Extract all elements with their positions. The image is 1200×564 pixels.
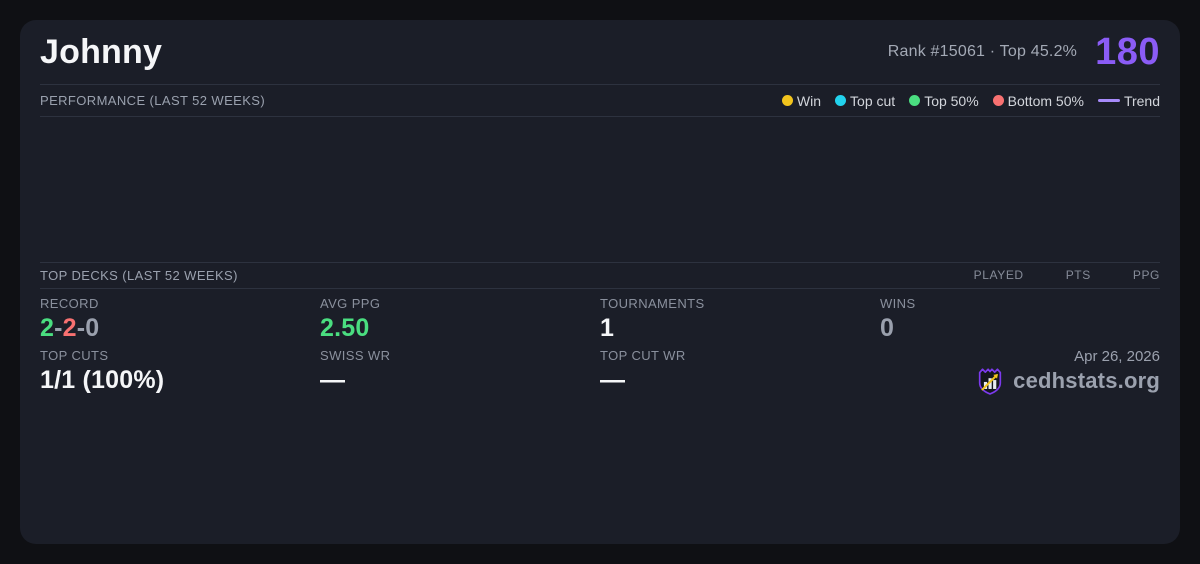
trend-line-icon (1097, 99, 1120, 102)
stat-swiss-wr-value: — (320, 365, 346, 394)
rank-summary: Rank #15061 · Top 45.2% (887, 43, 1078, 60)
legend-item-trend: Trend (1097, 92, 1160, 109)
stat-tournaments: TOURNAMENTS 1 (600, 289, 880, 342)
stats-grid: RECORD 2-2-0 AVG PPG 2.50 TOURNAMENTS 1 … (40, 289, 1160, 545)
legend-item-top-50: Top 50% (909, 92, 979, 109)
chart-legend: Win Top cut Top 50% Bottom 50% Trend (781, 92, 1160, 109)
cedhstats-logo-icon (978, 367, 1002, 395)
site-brand: cedhstats.org (975, 366, 1160, 396)
column-pts: PTS (1065, 268, 1091, 282)
card-header: Johnny Rank #15061 · Top 45.2% 180 (40, 20, 1160, 85)
legend-label: Top cut (850, 92, 896, 109)
stat-record-value: 2-2-0 (40, 314, 320, 343)
stat-avg-ppg-label: AVG PPG (320, 295, 381, 311)
header-right: Rank #15061 · Top 45.2% 180 (888, 31, 1160, 74)
column-ppg: PPG (1132, 268, 1160, 282)
performance-chart-area (40, 117, 1160, 262)
stat-top-cut-wr: TOP CUT WR — (600, 341, 880, 400)
stat-record: RECORD 2-2-0 (40, 289, 320, 343)
player-stats-card: Johnny Rank #15061 · Top 45.2% 180 PERFO… (20, 20, 1180, 544)
stat-avg-ppg-value: 2.50 (320, 313, 370, 342)
player-name: Johnny (40, 32, 163, 71)
legend-item-win: Win (781, 92, 822, 109)
stat-wins: WINS 0 (880, 289, 1160, 342)
card-footer: Apr 26, 2026 cedhstats.org (880, 341, 1160, 400)
stat-wins-label: WINS (880, 295, 916, 311)
top-decks-columns: PLAYED PTS PPG (974, 268, 1160, 282)
stat-top-cut-wr-value: — (600, 365, 626, 394)
record-sep: - (76, 313, 86, 342)
record-sep: - (54, 313, 63, 342)
record-wins: 2 (40, 313, 55, 342)
stat-top-cut-wr-label: TOP CUT WR (600, 347, 686, 363)
record-losses: 2 (62, 313, 77, 342)
stat-top-cuts-label: TOP CUTS (40, 347, 109, 363)
stat-record-label: RECORD (40, 295, 99, 311)
top-decks-header: TOP DECKS (LAST 52 WEEKS) PLAYED PTS PPG (40, 261, 1160, 289)
legend-label: Trend (1123, 92, 1160, 109)
stat-tournaments-label: TOURNAMENTS (600, 295, 705, 311)
stat-top-cuts: TOP CUTS 1/1 (100%) (40, 341, 320, 400)
site-name: cedhstats.org (1013, 367, 1160, 393)
stat-swiss-wr-label: SWISS WR (320, 347, 391, 363)
legend-label: Top 50% (924, 92, 979, 109)
stat-top-cuts-value: 1/1 (100%) (40, 365, 165, 394)
stat-wins-value: 0 (880, 313, 895, 342)
performance-title: PERFORMANCE (LAST 52 WEEKS) (40, 93, 266, 108)
legend-item-top-cut: Top cut (835, 93, 895, 109)
footer-date: Apr 26, 2026 (1074, 347, 1160, 365)
top-cut-dot-icon (835, 95, 847, 106)
win-dot-icon (781, 95, 793, 106)
stat-tournaments-value: 1 (600, 313, 615, 342)
legend-label: Win (796, 92, 822, 109)
stat-swiss-wr: SWISS WR — (320, 341, 600, 400)
record-draws: 0 (85, 313, 100, 342)
top-50-dot-icon (909, 95, 921, 106)
player-rating: 180 (1095, 30, 1160, 73)
bottom-50-dot-icon (992, 95, 1004, 106)
performance-section-header: PERFORMANCE (LAST 52 WEEKS) Win Top cut … (40, 85, 1160, 117)
legend-label: Bottom 50% (1007, 92, 1084, 109)
column-played: PLAYED (973, 268, 1024, 282)
top-decks-title: TOP DECKS (LAST 52 WEEKS) (40, 267, 238, 283)
stat-avg-ppg: AVG PPG 2.50 (320, 289, 600, 342)
legend-item-bottom-50: Bottom 50% (992, 92, 1084, 109)
